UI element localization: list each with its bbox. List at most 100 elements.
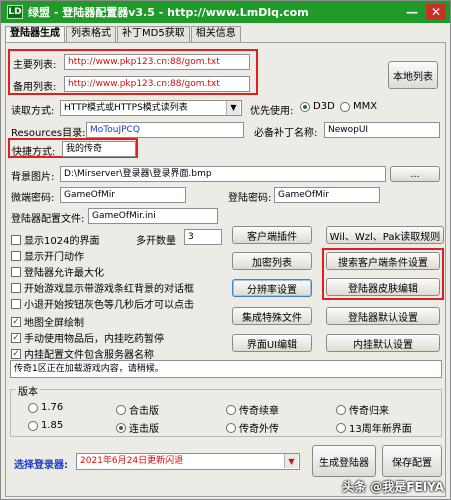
save-config-button[interactable]: 保存配置 [382,445,442,477]
include-cfg-checkbox[interactable]: ✓ 内挂配置文件包含服务器名称 [11,346,154,361]
default-login-button[interactable]: 登陆器默认设置 [326,307,440,325]
radio-dot [336,404,346,415]
version-radio-chain[interactable]: 连击版 [116,420,159,435]
version-radio-side-story[interactable]: 传奇外传 [226,420,279,435]
multi-open-label: 多开数量 [136,236,176,247]
priority-d3d-label: D3D [313,101,335,112]
version-radio-13th[interactable]: 13周年新界面 [336,420,412,435]
show-1024-checkbox[interactable]: 显示1024的界面 [11,232,99,247]
version-label: 1.76 [41,402,64,413]
local-list-button[interactable]: 本地列表 [388,61,438,89]
manual-items-checkbox[interactable]: ✓ 手动使用物品后，内挂吃药暂停 [11,330,164,345]
app-window: LD 绿盟 - 登陆器配置器v3.5 - http://www.LmDlq.co… [0,0,451,500]
tab-patch-md5[interactable]: 补丁MD5获取 [117,26,190,42]
backup-list-input[interactable]: http://www.pkp123.cn:88/gom.txt [64,76,250,92]
version-radio-return[interactable]: 传奇归来 [336,402,389,417]
checkbox-box [11,234,21,245]
priority-mmx-radio[interactable]: MMX [340,101,377,112]
resolution-button[interactable]: 分辨率设置 [232,279,312,297]
read-mode-select[interactable]: HTTP模式或HTTPS模式读列表 ▼ [60,100,242,116]
skin-edit-button[interactable]: 登陆器皮肤编辑 [326,278,440,296]
window-title: 绿盟 - 登陆器配置器v3.5 - http://www.LmDlq.com [28,6,309,19]
ui-edit-button[interactable]: 界面UI编辑 [232,334,312,352]
version-label: 连击版 [129,424,159,435]
version-label: 传奇外传 [239,424,279,435]
radio-dot [340,101,350,112]
radio-dot [336,422,346,433]
show-open-anim-label: 显示开门动作 [24,252,84,263]
backup-list-label: 备用列表: [13,82,57,93]
default-plugin-button[interactable]: 内挂默认设置 [326,334,440,352]
gray-no-click-label: 小退开始按钮灰色等几秒后才可以点击 [24,300,194,311]
chevron-down-icon[interactable]: ▼ [284,454,298,468]
priority-d3d-radio[interactable]: D3D [300,101,335,112]
special-files-button[interactable]: 集成特殊文件 [232,307,312,325]
select-launcher-dropdown[interactable]: 2021年6月24日更新闪退 ▼ [76,453,300,470]
patch-name-input[interactable]: NewopUI [324,122,440,138]
radio-dot [116,422,126,433]
bg-dialog-checkbox[interactable]: 开始游戏显示带游戏条红背景的对话框 [11,280,194,295]
browse-button[interactable]: ... [390,166,440,182]
multi-open-input[interactable]: 3 [184,229,222,245]
main-panel: 主要列表: http://www.pkp123.cn:88/gom.txt 备用… [5,42,446,497]
gray-no-click-checkbox[interactable]: 小退开始按钮灰色等几秒后才可以点击 [11,296,194,311]
encrypt-list-button[interactable]: 加密列表 [232,252,312,270]
micro-pw-input[interactable]: GameOfMir [60,187,186,203]
tab-launcher-generate[interactable]: 登陆器生成 [5,26,65,42]
login-pw-input[interactable]: GameOfMir [274,187,380,203]
select-launcher-label: 选择登录器: [14,460,68,471]
include-cfg-label: 内挂配置文件包含服务器名称 [24,350,154,361]
checkmark-icon: ✓ [11,332,21,343]
config-file-label: 登陆器配置文件: [11,214,85,225]
checkbox-box [11,298,21,309]
resources-input[interactable]: MoTouJPCQ [86,122,244,138]
app-logo-icon: LD [7,5,23,19]
radio-dot [226,422,236,433]
wil-rules-button[interactable]: Wil、Wzl、Pak读取规则 [326,226,444,244]
resources-label: Resources目录: [11,128,86,139]
version-label: 13周年新界面 [349,424,412,435]
bg-dialog-label: 开始游戏显示带游戏条红背景的对话框 [24,284,194,295]
bg-image-label: 背景图片: [11,172,55,183]
checkbox-box [11,266,21,277]
version-radio-176[interactable]: 1.76 [28,402,63,413]
version-label: 合击版 [129,406,159,417]
minimize-icon[interactable]: — [402,4,422,20]
priority-mmx-label: MMX [353,101,378,112]
checkmark-icon: ✓ [11,316,21,327]
radio-dot [116,404,126,415]
version-radio-combined[interactable]: 合击版 [116,402,159,417]
tab-about[interactable]: 相关信息 [190,26,241,42]
client-plugin-button[interactable]: 客户端插件 [232,226,312,244]
primary-list-input[interactable]: http://www.pkp123.cn:88/gom.txt [64,54,250,70]
config-file-input[interactable]: GameOfMir.ini [88,208,218,224]
version-label: 传奇续章 [239,406,279,417]
shortcut-input[interactable]: 我的传奇 [62,141,136,157]
checkbox-box [11,250,21,261]
allow-maximize-checkbox[interactable]: 登陆器允许最大化 [11,264,104,279]
bg-image-input[interactable]: D:\Mirserver\登录器\登录界面.bmp [60,166,386,182]
chevron-down-icon[interactable]: ▼ [226,101,240,115]
close-icon[interactable]: ✕ [426,4,446,20]
tab-list-format[interactable]: 列表格式 [66,26,116,42]
show-open-anim-checkbox[interactable]: 显示开门动作 [11,248,84,263]
version-title: 版本 [16,383,40,398]
search-client-button[interactable]: 搜索客户端条件设置 [326,252,440,270]
watermark-text: 头条 @我是FEIYA [342,480,444,494]
radio-dot [28,402,38,413]
patch-name-label: 必备补丁名称: [254,128,318,139]
version-label: 1.85 [41,420,64,431]
title-bar[interactable]: LD 绿盟 - 登陆器配置器v3.5 - http://www.LmDlq.co… [1,1,450,23]
primary-list-label: 主要列表: [13,60,57,71]
version-label: 传奇归来 [349,406,389,417]
allow-maximize-label: 登陆器允许最大化 [24,268,104,279]
version-radio-sequel[interactable]: 传奇续章 [226,402,279,417]
version-radio-185[interactable]: 1.85 [28,420,63,431]
fullscreen-map-checkbox[interactable]: ✓ 地图全屏绘制 [11,314,84,329]
radio-dot [226,404,236,415]
status-text: 传奇1区正在加载游戏内容，请稍候。 [10,360,442,378]
fullscreen-map-label: 地图全屏绘制 [24,318,84,329]
read-mode-label: 读取方式: [11,106,55,117]
priority-label: 优先使用: [250,106,294,117]
generate-button[interactable]: 生成登陆器 [312,445,376,477]
